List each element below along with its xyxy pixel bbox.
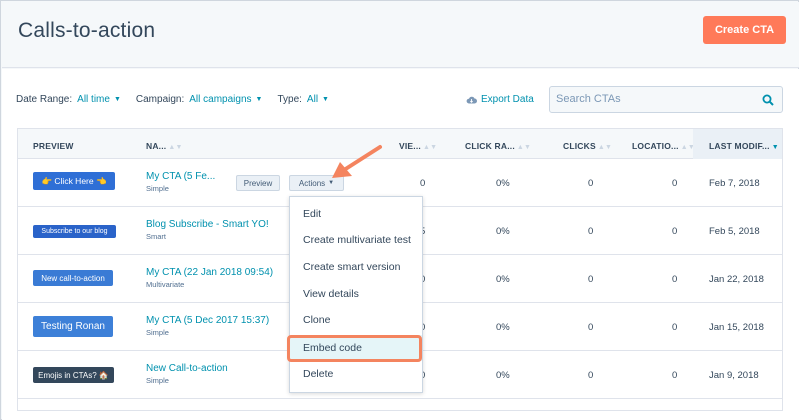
filter-bar: Date Range: All time ▼ Campaign: All cam… (16, 94, 344, 105)
column-header-last-modified[interactable]: LAST MODIF... ▼ (693, 129, 782, 159)
type-dropdown[interactable]: All (307, 94, 318, 105)
locations-cell: 0 (672, 370, 678, 381)
cta-name-link[interactable]: My CTA (5 Fe... (146, 171, 215, 182)
click-rate-cell: 0% (496, 322, 510, 333)
date-range-label: Date Range: (16, 94, 73, 105)
campaign-label: Campaign: (135, 94, 185, 105)
sort-icon: ▼ (771, 144, 779, 151)
last-modified-cell: Feb 5, 2018 (709, 226, 760, 237)
cta-type: Simple (146, 328, 169, 337)
page-title: Calls-to-action (18, 19, 156, 42)
column-header-views-label: VIE... (399, 141, 421, 151)
cta-preview-button: Subscribe to our blog (33, 225, 116, 238)
preview-button[interactable]: Preview (236, 175, 280, 191)
menu-item-create-multivariate-test[interactable]: Create multivariate test (290, 227, 422, 253)
cta-type: Simple (146, 184, 169, 193)
chevron-down-icon: ▼ (322, 96, 329, 103)
column-header-locations-label: LOCATIO... (632, 141, 679, 151)
menu-item-delete[interactable]: Delete (290, 361, 422, 387)
search-input[interactable] (556, 93, 756, 105)
export-data-link[interactable]: Export Data (466, 94, 534, 105)
cta-type: Multivariate (146, 280, 185, 289)
column-header-clicks-label: CLICKS (563, 141, 596, 151)
search-icon[interactable] (762, 94, 774, 106)
clicks-cell: 0 (588, 226, 594, 237)
last-modified-cell: Feb 7, 2018 (709, 178, 760, 189)
table-header: PREVIEW NA... ▲▼ VIE... ▲▼ CLICK RA... ▲▼ C… (18, 129, 782, 159)
menu-item-clone[interactable]: Clone (290, 307, 422, 333)
locations-cell: 0 (672, 226, 678, 237)
cta-preview-button: 👉 Click Here 👈 (33, 172, 115, 190)
sort-icon: ▲▼ (516, 144, 532, 151)
locations-cell: 0 (672, 178, 678, 189)
clicks-cell: 0 (588, 274, 594, 285)
last-modified-cell: Jan 22, 2018 (709, 274, 764, 285)
cta-name-link[interactable]: My CTA (22 Jan 2018 09:54) (146, 267, 273, 278)
click-rate-cell: 0% (496, 274, 510, 285)
column-header-views[interactable]: VIE... ▲▼ (399, 141, 437, 151)
chevron-down-icon: ▼ (113, 96, 121, 103)
sort-icon: ▲▼ (597, 144, 613, 151)
sort-icon: ▲▼ (168, 144, 183, 151)
click-rate-cell: 0% (496, 178, 510, 189)
export-data-label: Export Data (481, 94, 534, 105)
column-header-name[interactable]: NA... ▲▼ (146, 141, 183, 151)
cta-type: Smart (146, 232, 167, 241)
page-header: Calls-to-action Create CTA (2, 2, 799, 68)
menu-item-view-details[interactable]: View details (290, 281, 422, 307)
campaign-dropdown[interactable]: All campaigns (189, 94, 251, 105)
clicks-cell: 0 (588, 178, 594, 189)
column-header-click-rate-label: CLICK RA... (465, 141, 515, 151)
menu-item-edit[interactable]: Edit (290, 201, 422, 227)
cta-name-link[interactable]: New Call-to-action (146, 363, 228, 374)
clicks-cell: 0 (588, 322, 594, 333)
column-header-last-modified-label: LAST MODIF... (709, 141, 770, 151)
cta-preview-button: New call-to-action (33, 270, 113, 286)
embed-code-highlight (287, 335, 422, 362)
locations-cell: 0 (672, 322, 678, 333)
locations-cell: 0 (672, 274, 678, 285)
annotation-arrow-icon (332, 145, 382, 178)
date-range-dropdown[interactable]: All time (77, 94, 110, 105)
type-label: Type: (277, 94, 302, 105)
cta-preview-button: Testing Ronan (33, 316, 113, 337)
clicks-cell: 0 (588, 370, 594, 381)
chevron-down-icon: ▼ (255, 96, 263, 103)
click-rate-cell: 0% (496, 226, 510, 237)
create-cta-button[interactable]: Create CTA (703, 16, 786, 44)
menu-item-create-smart-version[interactable]: Create smart version (290, 254, 422, 280)
column-header-locations[interactable]: LOCATIO... ▲▼ (632, 141, 695, 151)
click-rate-cell: 0% (496, 370, 510, 381)
search-box (549, 86, 783, 113)
cta-type: Simple (146, 376, 169, 385)
cta-name-link[interactable]: Blog Subscribe - Smart YO! (146, 219, 269, 230)
last-modified-cell: Jan 15, 2018 (709, 322, 764, 333)
column-header-clicks[interactable]: CLICKS ▲▼ (563, 141, 612, 151)
sort-icon: ▲▼ (423, 144, 438, 151)
actions-dropdown-menu: Edit Create multivariate test Create sma… (289, 196, 423, 393)
column-header-name-label: NA... (146, 141, 167, 151)
cta-name-link[interactable]: My CTA (5 Dec 2017 15:37) (146, 315, 269, 326)
cloud-download-icon (466, 96, 477, 103)
column-header-preview: PREVIEW (33, 141, 74, 151)
cta-preview-button: Emojis in CTAs? 🏠 (33, 367, 114, 383)
column-header-click-rate[interactable]: CLICK RA... ▲▼ (465, 141, 531, 151)
last-modified-cell: Jan 9, 2018 (709, 370, 759, 381)
views-cell: 0 (420, 178, 426, 189)
